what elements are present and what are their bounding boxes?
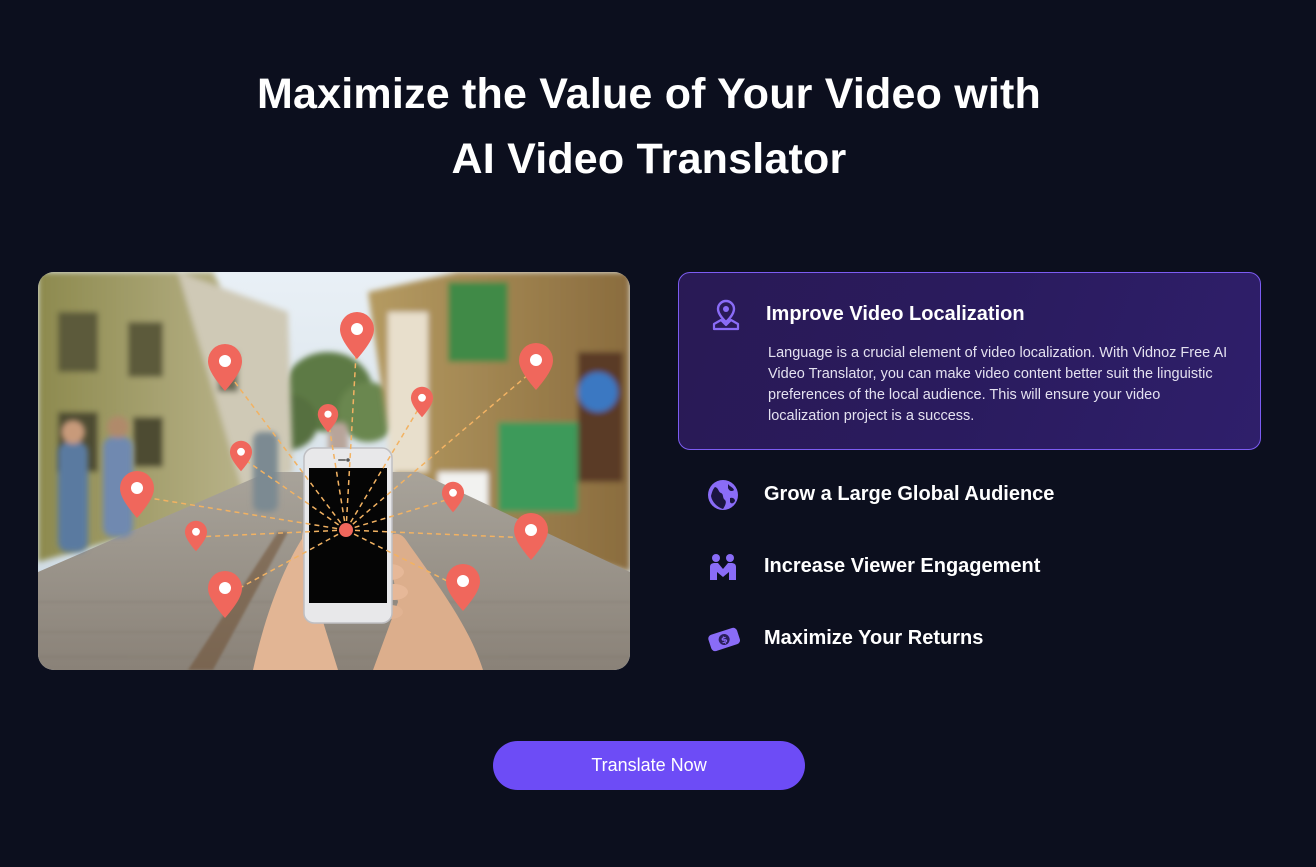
- feature-item-grow-global-audience[interactable]: Grow a Large Global Audience: [678, 474, 1261, 514]
- street-phone-illustration: [38, 272, 630, 670]
- feature-title: Maximize Your Returns: [764, 627, 984, 649]
- page-title-line-2: AI Video Translator: [451, 135, 847, 183]
- feature-item-improve-video-localization[interactable]: Improve Video Localization Language is a…: [678, 272, 1261, 450]
- feature-title: Increase Viewer Engagement: [764, 555, 1041, 577]
- page: Maximize the Value of Your Video with AI…: [0, 0, 1316, 867]
- page-title: Maximize the Value of Your Video with AI…: [0, 62, 1298, 192]
- page-title-line-1: Maximize the Value of Your Video with: [257, 70, 1041, 118]
- feature-item-increase-viewer-engagement[interactable]: Increase Viewer Engagement: [678, 546, 1261, 586]
- feature-title: Grow a Large Global Audience: [764, 483, 1055, 505]
- translate-now-button[interactable]: Translate Now: [493, 741, 805, 790]
- feature-list: Improve Video Localization Language is a…: [678, 272, 1261, 652]
- feature-description: Language is a crucial element of video l…: [768, 345, 1228, 424]
- money-icon: $: [706, 622, 742, 661]
- feature-title: Improve Video Localization: [766, 303, 1025, 325]
- people-icon: [706, 550, 740, 589]
- location-map-icon: [709, 298, 743, 337]
- feature-item-maximize-returns[interactable]: $ Maximize Your Returns: [678, 618, 1261, 658]
- globe-icon: [706, 478, 740, 517]
- hero-image: [38, 272, 630, 670]
